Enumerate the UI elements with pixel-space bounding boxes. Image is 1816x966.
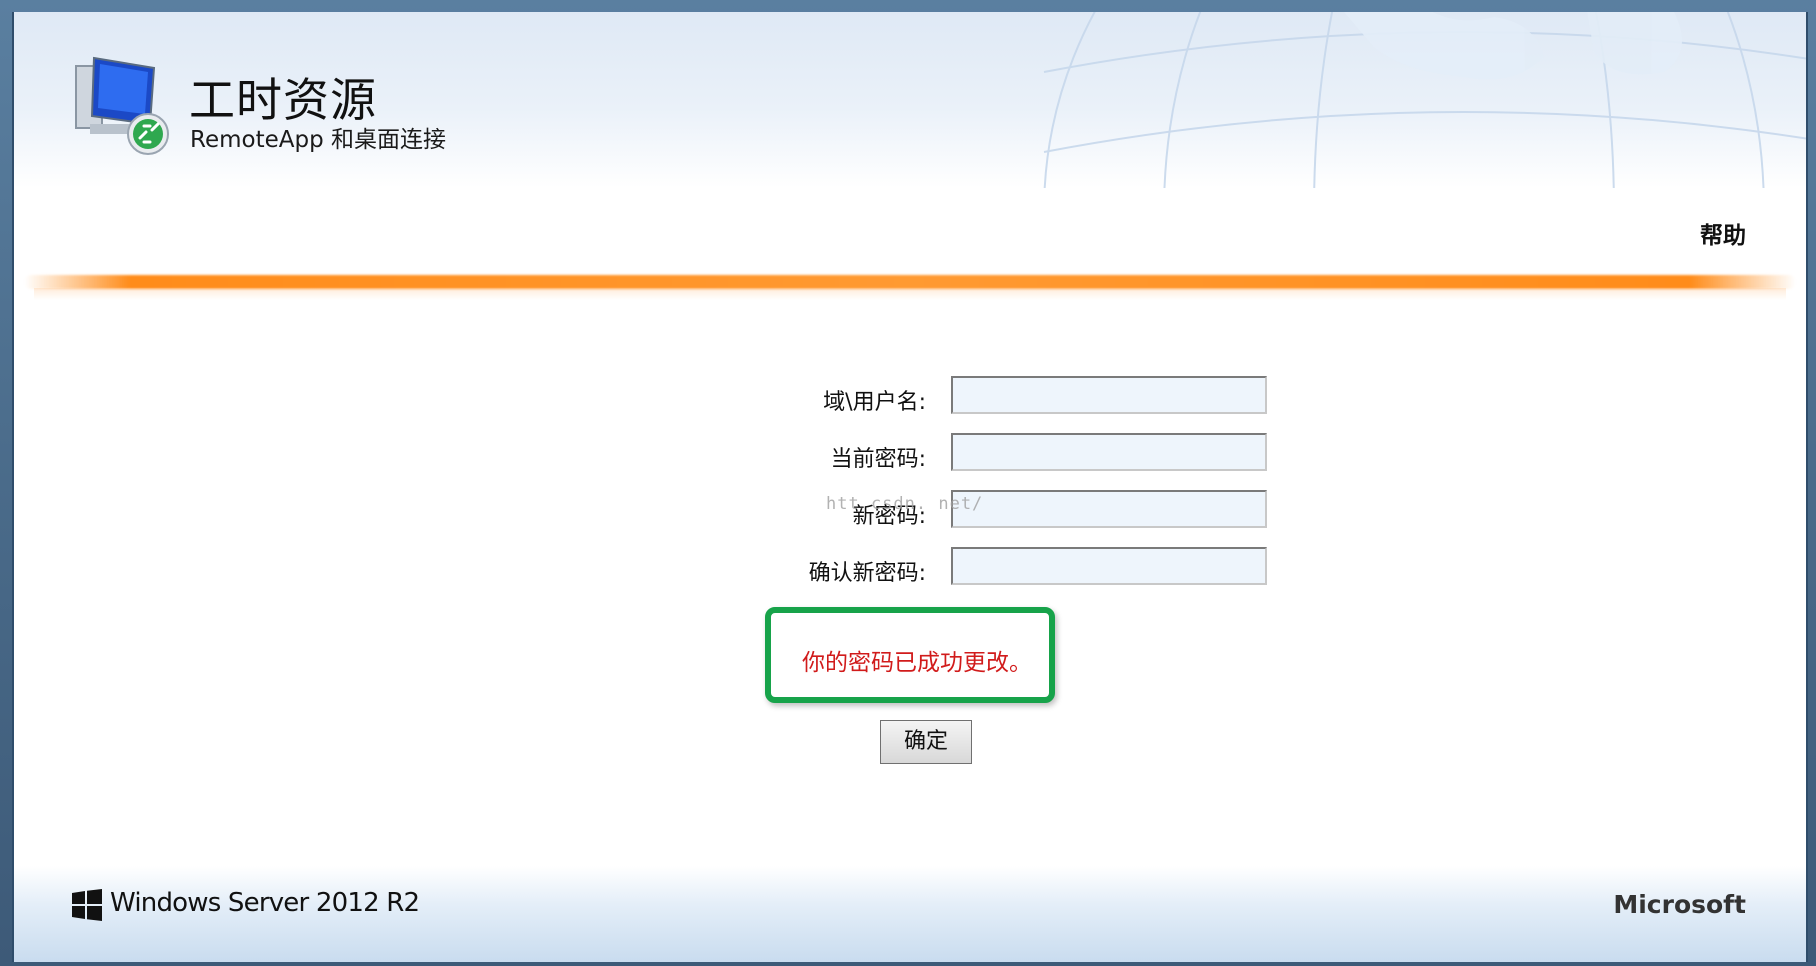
new-password-input[interactable] [951,490,1267,528]
header-divider-glow [34,288,1786,300]
footer: Windows Server 2012 R2 Microsoft [14,866,1806,962]
header-banner: 工时资源 RemoteApp 和桌面连接 [14,12,1806,188]
confirm-password-input[interactable] [951,547,1267,585]
product-name: Windows Server 2012 R2 [110,888,420,918]
current-password-label: 当前密码: [830,447,926,472]
current-password-input[interactable] [951,433,1267,471]
confirm-password-label: 确认新密码: [808,561,926,586]
header-divider [24,275,1796,289]
success-message: 你的密码已成功更改。 [802,650,1032,676]
globe-background [1043,12,1806,188]
help-link[interactable]: 帮助 [1700,216,1746,250]
app-subtitle: RemoteApp 和桌面连接 [190,127,446,153]
username-input[interactable] [951,376,1267,414]
form-row-confirm-password: 确认新密码: [14,547,1806,587]
app-window: 工时资源 RemoteApp 和桌面连接 帮助 域\用户名: 当前密码: 新密码… [12,12,1808,962]
form-row-current-password: 当前密码: [14,433,1806,473]
remote-desktop-icon [75,56,169,155]
ok-button[interactable]: 确定 [880,720,972,764]
username-label: 域\用户名: [823,390,926,415]
form-row-username: 域\用户名: [14,376,1806,416]
form-row-new-password: 新密码: [14,490,1806,530]
microsoft-logo: Microsoft [1613,890,1746,919]
new-password-label: 新密码: [852,504,926,529]
windows-logo-icon [72,889,102,921]
